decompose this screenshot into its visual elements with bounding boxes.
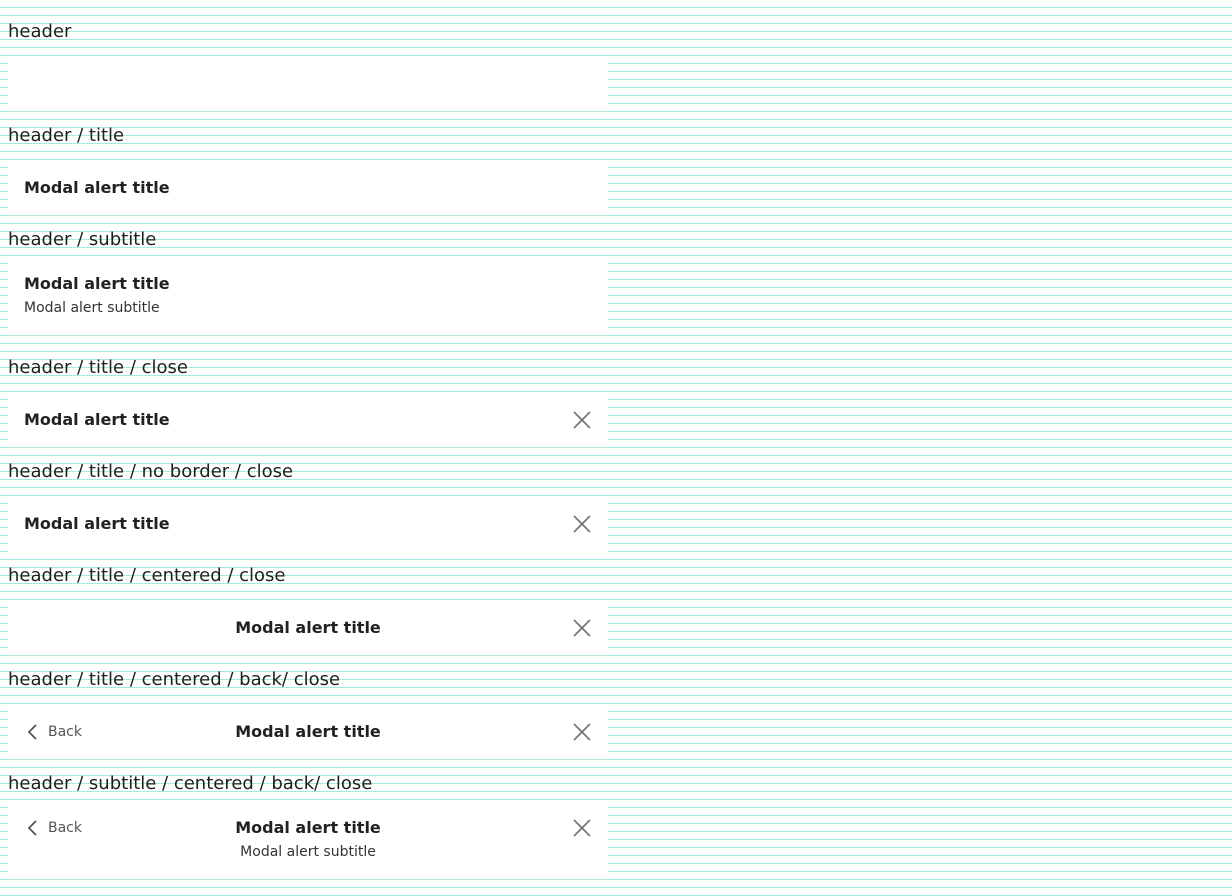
section-label-header-subtitle: header / subtitle — [8, 229, 157, 250]
close-icon — [573, 619, 591, 637]
header-panel-title-centered-close: Modal alert title — [8, 600, 608, 656]
header-panel-title-centered-back-close: Back Modal alert title — [8, 704, 608, 760]
modal-subtitle: Modal alert subtitle — [24, 300, 160, 316]
header-panel-empty — [8, 56, 608, 112]
close-icon — [573, 723, 591, 741]
close-icon — [573, 411, 591, 429]
section-label-header-title-centered-close: header / title / centered / close — [8, 565, 286, 586]
header-panel-subtitle: Modal alert title Modal alert subtitle — [8, 256, 608, 336]
modal-title: Modal alert title — [24, 178, 170, 197]
close-button[interactable] — [572, 514, 592, 534]
header-panel-title: Modal alert title — [8, 160, 608, 216]
close-button[interactable] — [572, 722, 592, 742]
modal-subtitle: Modal alert subtitle — [240, 844, 376, 860]
header-panel-title-close: Modal alert title — [8, 392, 608, 448]
modal-title: Modal alert title — [235, 618, 381, 637]
section-label-header-title: header / title — [8, 125, 125, 146]
modal-title: Modal alert title — [24, 274, 170, 293]
header-panel-subtitle-centered-back-close: Back Modal alert title Modal alert subti… — [8, 800, 608, 880]
close-button[interactable] — [572, 618, 592, 638]
close-button[interactable] — [572, 818, 592, 838]
header-panel-title-no-border-close: Modal alert title — [8, 496, 608, 552]
section-label-header-title-centered-back-close: header / title / centered / back/ close — [8, 669, 341, 690]
section-label-header-title-close: header / title / close — [8, 357, 188, 378]
close-icon — [573, 819, 591, 837]
modal-title: Modal alert title — [235, 722, 381, 741]
modal-title: Modal alert title — [24, 514, 170, 533]
section-label-header-subtitle-centered-back-close: header / subtitle / centered / back/ clo… — [8, 773, 373, 794]
section-label-header-title-no-border-close: header / title / no border / close — [8, 461, 294, 482]
modal-title: Modal alert title — [24, 410, 170, 429]
close-icon — [573, 515, 591, 533]
modal-title: Modal alert title — [235, 818, 381, 837]
section-label-header: header — [8, 21, 72, 42]
close-button[interactable] — [572, 410, 592, 430]
